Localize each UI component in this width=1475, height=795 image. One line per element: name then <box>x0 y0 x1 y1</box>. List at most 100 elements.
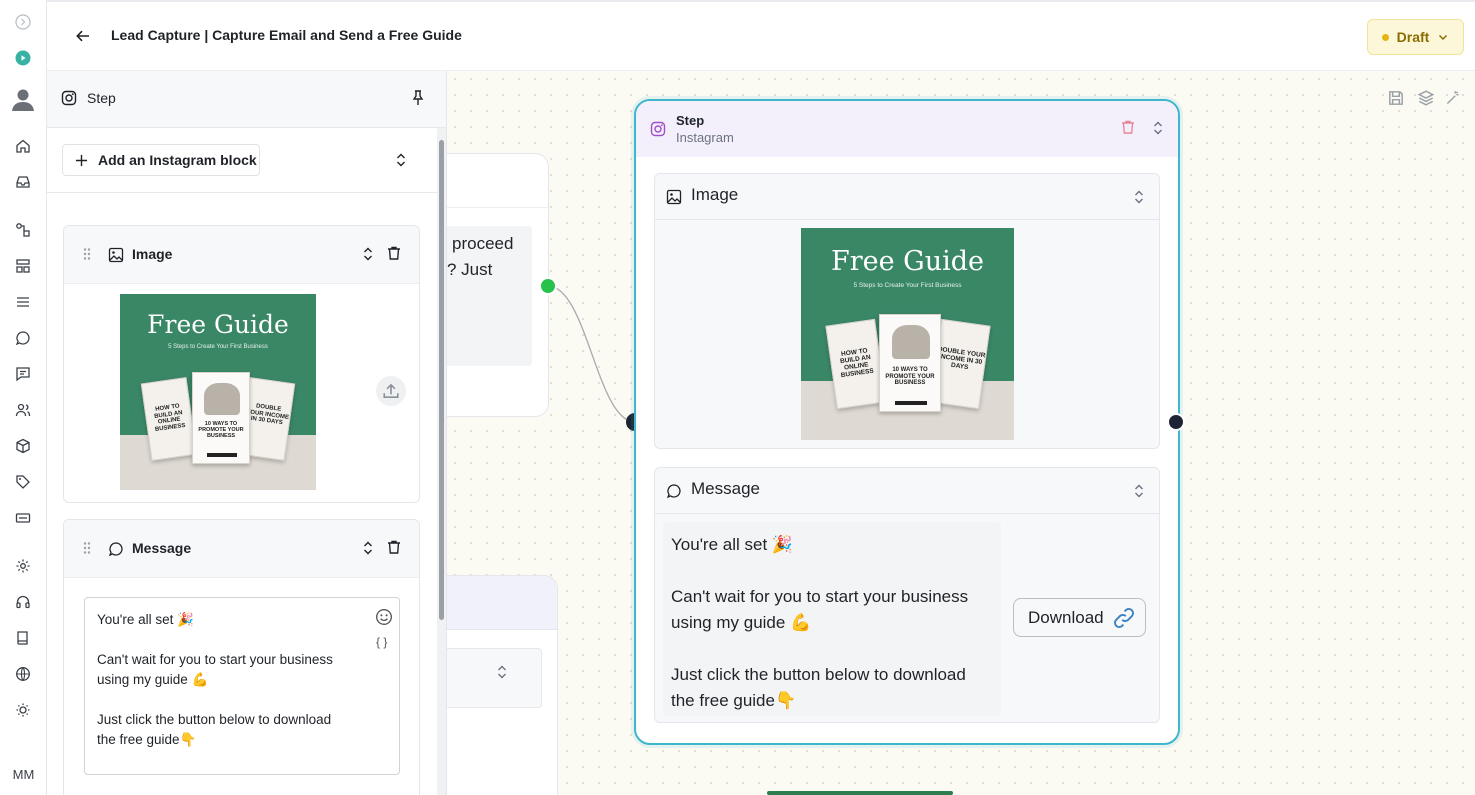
message-block-card: Message You're all set 🎉 Can't wait for … <box>63 519 420 795</box>
trash-icon[interactable] <box>1120 119 1136 135</box>
status-dot <box>1381 33 1389 41</box>
support-icon[interactable] <box>12 591 34 613</box>
message-line: using my guide 💪 <box>671 613 812 632</box>
node-image-label: Image <box>691 185 739 204</box>
book-bar <box>895 401 927 405</box>
message-block-label: Message <box>132 540 192 556</box>
tag-icon[interactable] <box>12 471 34 493</box>
download-button-label: Download <box>1028 607 1104 627</box>
message-line: using my guide 💪 <box>97 672 209 687</box>
insert-variable-button[interactable]: { } <box>376 632 387 652</box>
output-connector[interactable] <box>539 277 557 295</box>
node-subtitle: Instagram <box>676 130 734 145</box>
chat-icon[interactable] <box>12 327 34 349</box>
message-bubble-icon <box>108 542 123 557</box>
scrollbar-thumb[interactable] <box>439 140 444 620</box>
expand-collapse-icon[interactable] <box>362 540 374 556</box>
message-line: the free guide👇 <box>671 691 797 710</box>
free-guide-image: Free Guide 5 Steps to Create Your First … <box>801 228 1014 440</box>
layout-icon[interactable] <box>12 255 34 277</box>
upload-icon <box>383 383 399 398</box>
page-title: Lead Capture | Capture Email and Send a … <box>111 27 462 43</box>
expand-collapse-icon[interactable] <box>362 246 374 262</box>
instagram-icon <box>61 90 77 106</box>
image-icon <box>108 247 124 263</box>
contacts-icon[interactable] <box>12 399 34 421</box>
expand-icon[interactable] <box>12 11 34 33</box>
step-editor-panel: Step Add an Instagram block Image Free G… <box>47 71 447 795</box>
theme-icon[interactable] <box>12 699 34 721</box>
package-icon[interactable] <box>12 435 34 457</box>
inbox-icon[interactable] <box>12 171 34 193</box>
node-message-label: Message <box>691 479 760 498</box>
message-line: Can't wait for you to start your busines… <box>97 652 333 667</box>
author-photo <box>204 383 240 415</box>
node-message-header: Message <box>655 468 1159 514</box>
emoji-picker-icon[interactable] <box>375 608 393 626</box>
flows-icon[interactable] <box>12 219 34 241</box>
node-image-block[interactable]: Image Free Guide 5 Steps to Create Your … <box>654 173 1160 449</box>
drag-handle-icon[interactable] <box>82 247 92 261</box>
lower-step-node[interactable] <box>447 575 558 795</box>
download-button[interactable]: Download <box>1013 598 1146 637</box>
comments-icon[interactable] <box>12 363 34 385</box>
status-dropdown[interactable]: Draft <box>1367 19 1464 55</box>
message-line: Just click the button below to download <box>671 665 966 684</box>
home-icon[interactable] <box>12 135 34 157</box>
play-icon[interactable] <box>12 47 34 69</box>
guide-subtitle: 5 Steps to Create Your First Business <box>168 344 268 350</box>
flow-canvas[interactable]: proceed ? Just Step Instagram Image Free… <box>447 71 1475 795</box>
message-line: You're all set 🎉 <box>671 535 794 554</box>
expand-collapse-icon[interactable] <box>496 664 508 680</box>
selected-step-node[interactable]: Step Instagram Image Free Guide 5 Steps … <box>634 99 1180 745</box>
back-arrow-icon[interactable] <box>73 26 93 46</box>
book-cover-main: 10 WAYS TO PROMOTE YOUR BUSINESS <box>879 314 941 412</box>
expand-collapse-icon[interactable] <box>395 152 407 168</box>
layers-icon[interactable] <box>1417 89 1435 107</box>
node-message-block[interactable]: Message You're all set 🎉 Can't wait for … <box>654 467 1160 723</box>
plus-icon <box>75 154 88 166</box>
expand-collapse-icon[interactable] <box>1133 189 1145 205</box>
globe-icon[interactable] <box>12 663 34 685</box>
keyboard-icon[interactable] <box>12 507 34 529</box>
book-main-title: 10 WAYS TO PROMOTE YOUR BUSINESS <box>885 367 935 387</box>
pin-icon[interactable] <box>409 89 427 107</box>
magic-wand-icon[interactable] <box>1444 89 1462 107</box>
guide-subtitle: 5 Steps to Create Your First Business <box>853 282 962 289</box>
icon-rail: MM <box>0 0 47 795</box>
image-block-label: Image <box>132 246 173 262</box>
message-line: You're all set 🎉 <box>97 612 194 627</box>
user-initials[interactable]: MM <box>0 767 47 782</box>
book-cover-left: HOW TO BUILD AN ONLINE BUSINESS <box>140 377 198 461</box>
trash-icon[interactable] <box>386 245 402 261</box>
panel-scrollbar[interactable] <box>437 128 446 795</box>
save-icon[interactable] <box>1387 89 1405 107</box>
drag-handle-icon[interactable] <box>82 541 92 555</box>
image-icon <box>666 189 682 205</box>
book-icon[interactable] <box>12 627 34 649</box>
add-block-row: Add an Instagram block <box>47 128 437 193</box>
expand-collapse-icon[interactable] <box>1152 120 1164 136</box>
guide-title: Free Guide <box>830 246 985 277</box>
add-instagram-block-button[interactable]: Add an Instagram block <box>62 144 260 176</box>
message-line: Can't wait for you to start your busines… <box>671 587 969 606</box>
upload-image-button[interactable] <box>376 376 406 406</box>
avatar-icon[interactable] <box>10 86 36 112</box>
author-photo <box>892 325 930 359</box>
add-block-label: Add an Instagram block <box>98 152 257 168</box>
book-bar <box>207 453 237 457</box>
node-header: Step Instagram <box>636 101 1178 157</box>
output-connector-right[interactable] <box>1167 413 1185 431</box>
expand-collapse-icon[interactable] <box>1133 483 1145 499</box>
list-icon[interactable] <box>12 291 34 313</box>
panel-header: Step <box>47 71 446 128</box>
link-icon <box>1113 607 1134 628</box>
message-textarea[interactable]: You're all set 🎉 Can't wait for you to s… <box>84 597 400 775</box>
node-message-preview: You're all set 🎉 Can't wait for you to s… <box>663 522 1001 716</box>
message-block-header: Message <box>64 520 419 578</box>
trash-icon[interactable] <box>386 539 402 555</box>
top-header: Lead Capture | Capture Email and Send a … <box>47 0 1475 71</box>
book-cover-left: HOW TO BUILD AN ONLINE BUSINESS <box>825 318 887 410</box>
status-label: Draft <box>1396 29 1430 45</box>
settings-icon[interactable] <box>12 555 34 577</box>
